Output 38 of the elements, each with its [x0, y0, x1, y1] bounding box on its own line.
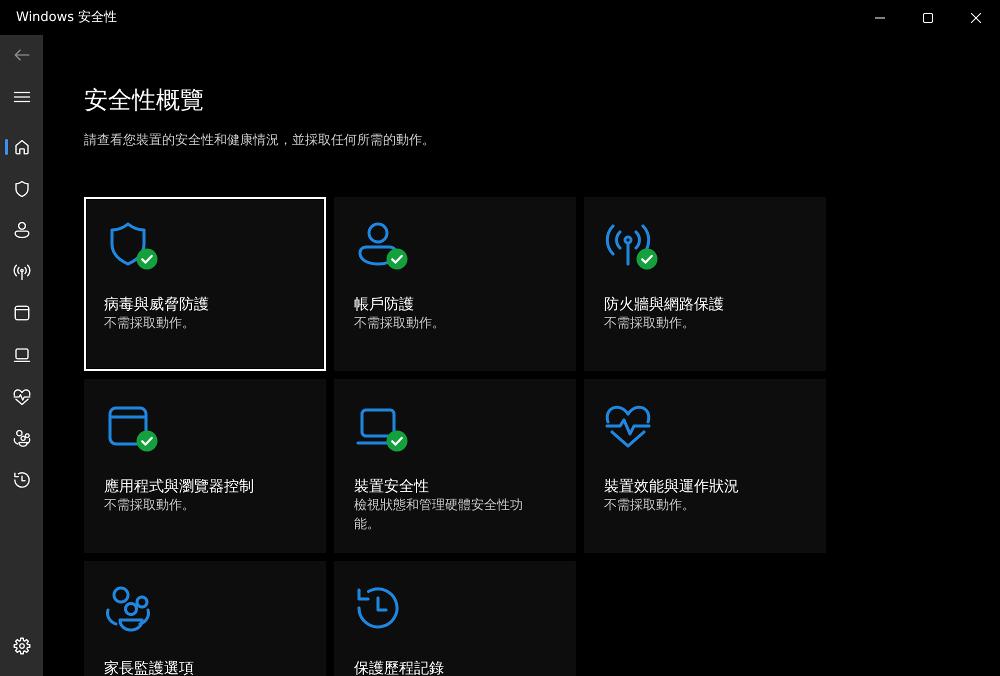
page-title: 安全性概覽	[84, 85, 205, 116]
close-icon	[971, 12, 981, 22]
tile-title: 裝置效能與運作狀況	[604, 476, 739, 496]
security-tile[interactable]: 保護歷程記錄	[334, 561, 576, 676]
window-title: Windows 安全性	[15, 8, 118, 26]
tile-title: 保護歷程記錄	[354, 658, 444, 676]
security-tile[interactable]: 帳戶防護 不需採取動作。	[334, 197, 576, 371]
security-tile[interactable]: 應用程式與瀏覽器控制 不需採取動作。	[84, 379, 326, 553]
laptop-icon	[12, 346, 30, 364]
tile-status: 不需採取動作。	[104, 315, 195, 333]
security-tile[interactable]: 裝置安全性 檢視狀態和管理硬體安全性功能。	[334, 379, 576, 553]
page-description: 請查看您裝置的安全性和健康情況，並採取任何所需的動作。	[84, 132, 436, 150]
people-icon	[12, 429, 30, 448]
tile-status: 不需採取動作。	[604, 315, 695, 333]
security-tile[interactable]: 裝置效能與運作狀況 不需採取動作。	[584, 379, 826, 553]
tile-status: 檢視狀態和管理硬體安全性功能。	[354, 497, 524, 534]
tile-status: 不需採取動作。	[354, 315, 445, 333]
history-icon	[12, 470, 30, 489]
tile-status: 不需採取動作。	[604, 497, 695, 515]
people-icon	[104, 584, 152, 632]
tile-title: 帳戶防護	[354, 294, 414, 314]
tile-title: 裝置安全性	[354, 476, 429, 496]
person-icon	[12, 221, 30, 240]
settings-icon	[12, 637, 30, 655]
tile-title: 防火牆與網路保護	[604, 294, 724, 314]
security-tile[interactable]: 防火牆與網路保護 不需採取動作。	[584, 197, 826, 371]
security-tile[interactable]: 病毒與威脅防護 不需採取動作。	[84, 197, 326, 371]
tile-title: 家長監護選項	[104, 658, 194, 676]
tile-title: 病毒與威脅防護	[104, 294, 209, 314]
home-icon	[12, 138, 30, 156]
security-tile[interactable]: 家長監護選項	[84, 561, 326, 676]
browser-window-icon	[12, 304, 30, 322]
tile-status: 不需採取動作。	[104, 497, 195, 515]
antenna-icon	[12, 262, 30, 281]
maximize-icon	[923, 12, 933, 22]
shield-icon	[12, 180, 30, 198]
tile-title: 應用程式與瀏覽器控制	[104, 476, 254, 496]
heartbeat-icon	[12, 388, 30, 406]
